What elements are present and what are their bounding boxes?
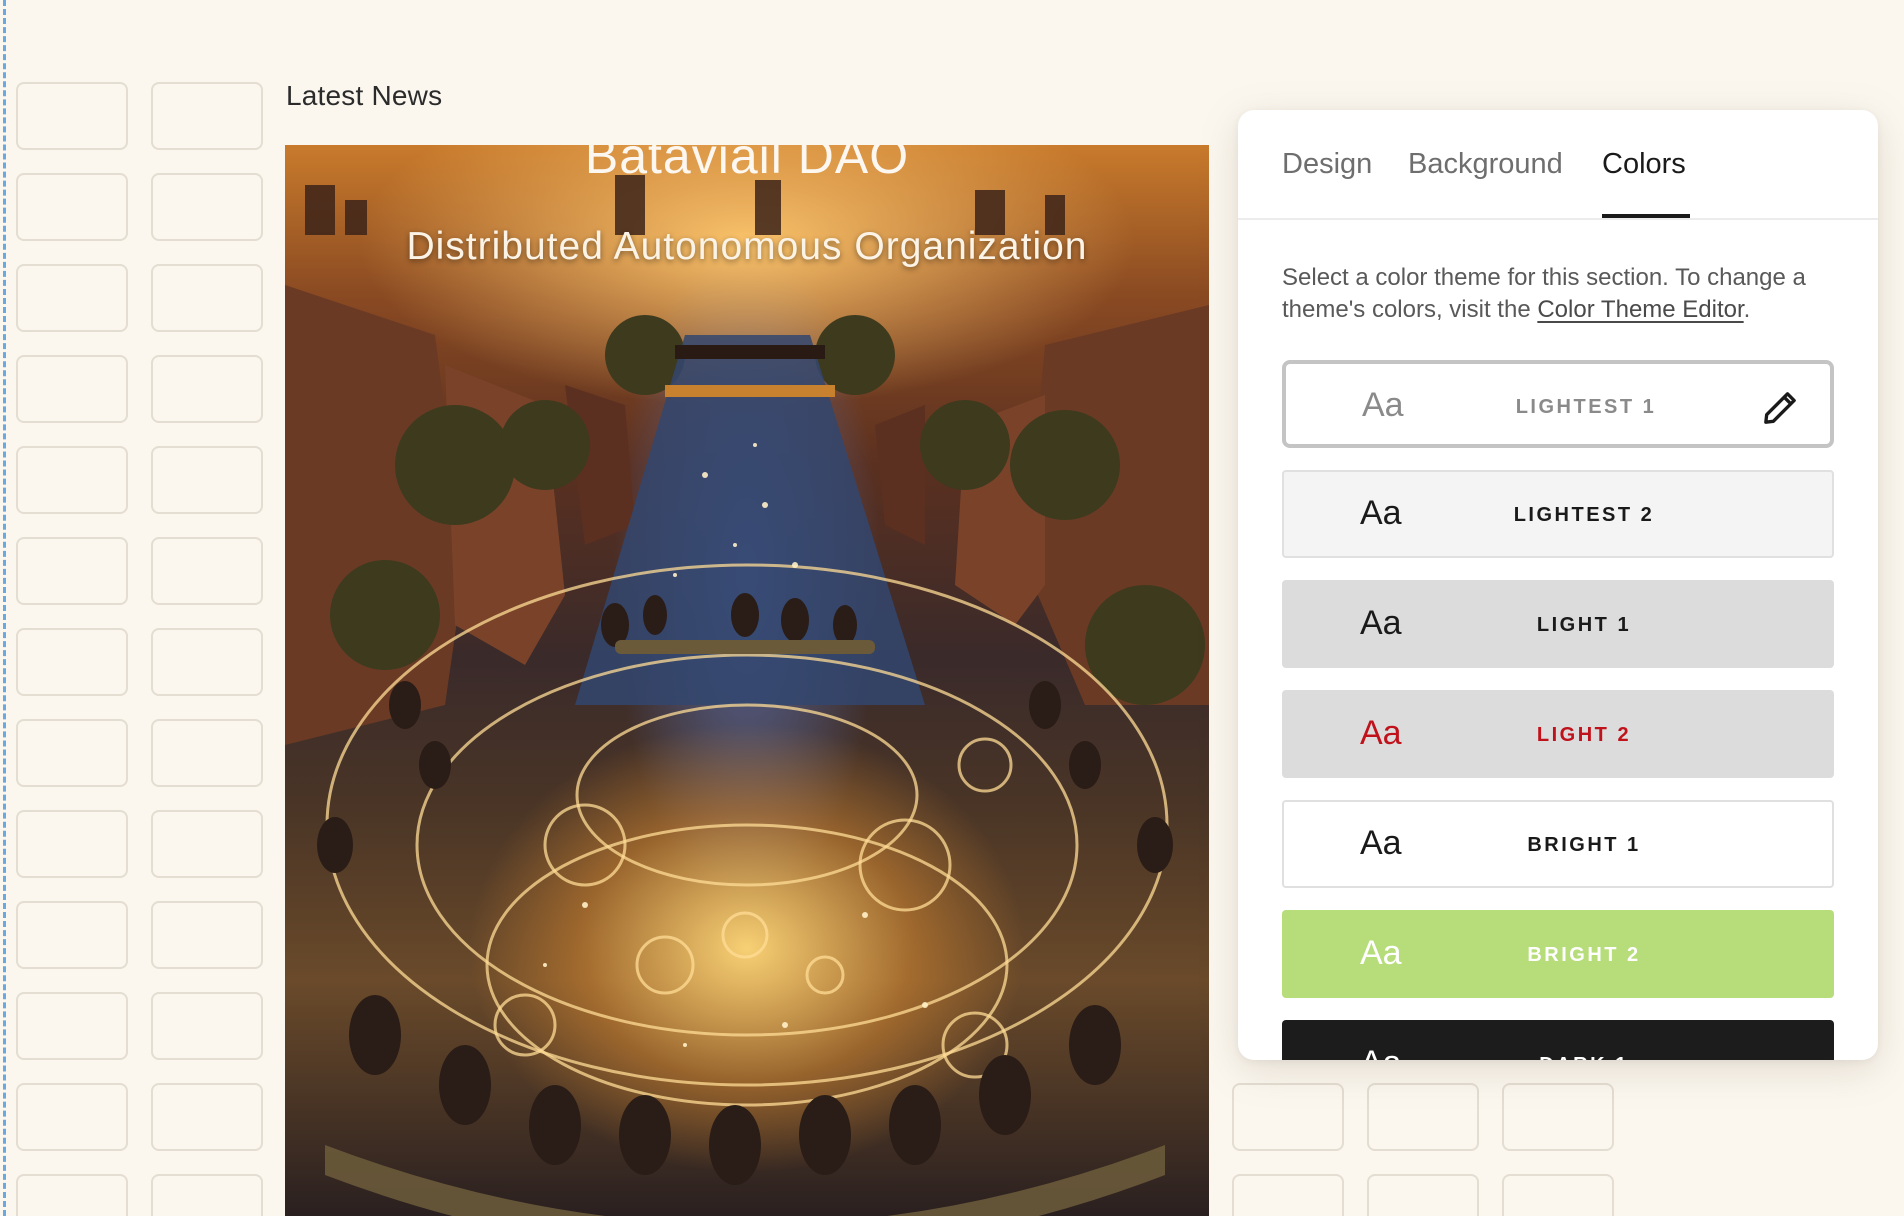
theme-sample-text: Aa	[1362, 386, 1404, 424]
grid-cell	[16, 173, 128, 241]
grid-cell	[16, 264, 128, 332]
theme-name: BRIGHT 2	[1527, 944, 1641, 966]
grid-cell	[16, 992, 128, 1060]
hero-title: Bataviail DAO	[584, 145, 910, 184]
grid-cell	[16, 82, 128, 150]
color-theme-option[interactable]: Aa DARK 1	[1282, 1020, 1834, 1060]
colors-description: Select a color theme for this section. T…	[1282, 262, 1842, 326]
hero-subtitle: Distributed Autonomous Organization	[406, 225, 1088, 268]
grid-cell	[16, 1174, 128, 1216]
color-theme-option[interactable]: Aa LIGHTEST 2	[1282, 470, 1834, 558]
tab-background[interactable]: Background	[1408, 148, 1563, 181]
grid-cell	[1502, 1083, 1614, 1151]
grid-cell	[151, 719, 263, 787]
theme-sample-text: Aa	[1360, 1044, 1402, 1060]
theme-name: LIGHT 1	[1536, 614, 1632, 636]
theme-sample-text: Aa	[1360, 604, 1402, 642]
hero-illustration	[285, 175, 1209, 1216]
grid-cell	[1367, 1083, 1479, 1151]
grid-cell	[16, 537, 128, 605]
grid-cell	[151, 901, 263, 969]
color-theme-editor-link[interactable]: Color Theme Editor	[1537, 296, 1743, 323]
tab-design[interactable]: Design	[1282, 148, 1372, 181]
grid-cell	[1367, 1174, 1479, 1216]
grid-cell	[151, 446, 263, 514]
grid-cell	[16, 719, 128, 787]
theme-name: LIGHT 2	[1536, 724, 1632, 746]
grid-cell	[1232, 1174, 1344, 1216]
color-theme-option[interactable]: Aa BRIGHT 1	[1282, 800, 1834, 888]
theme-name: DARK 1	[1464, 1054, 1704, 1060]
grid-cell	[151, 537, 263, 605]
panel-tabs: Design Background Colors	[1238, 110, 1878, 220]
description-suffix: .	[1743, 296, 1751, 323]
grid-cell	[151, 264, 263, 332]
color-theme-option[interactable]: Aa LIGHT 2	[1282, 690, 1834, 778]
grid-cell	[151, 355, 263, 423]
color-theme-option[interactable]: Aa LIGHT 1	[1282, 580, 1834, 668]
hero-image[interactable]: Bataviail DAO Distributed Autonomous Org…	[285, 145, 1209, 1216]
active-tab-indicator	[1602, 214, 1690, 218]
pencil-icon[interactable]	[1760, 388, 1800, 428]
color-theme-option[interactable]: Aa LIGHTEST 1	[1282, 360, 1834, 448]
grid-cell	[16, 1083, 128, 1151]
theme-name: LIGHTEST 1	[1515, 396, 1657, 418]
grid-cell	[151, 810, 263, 878]
grid-cell	[16, 901, 128, 969]
theme-name: BRIGHT 1	[1527, 834, 1641, 856]
grid-cell	[151, 628, 263, 696]
grid-cell	[1502, 1174, 1614, 1216]
theme-sample-text: Aa	[1360, 714, 1402, 752]
section-settings-panel: Design Background Colors Select a color …	[1238, 110, 1878, 1060]
grid-cell	[151, 82, 263, 150]
grid-cell	[16, 810, 128, 878]
grid-cell	[16, 355, 128, 423]
grid-cell	[16, 628, 128, 696]
color-theme-option[interactable]: Aa BRIGHT 2	[1282, 910, 1834, 998]
theme-sample-text: Aa	[1360, 824, 1402, 862]
theme-sample-text: Aa	[1360, 934, 1402, 972]
section-label: Latest News	[286, 80, 443, 111]
grid-cell	[151, 1174, 263, 1216]
tab-colors[interactable]: Colors	[1602, 148, 1686, 181]
grid-cell	[1232, 1083, 1344, 1151]
grid-cell	[16, 446, 128, 514]
grid-cell	[151, 1083, 263, 1151]
grid-cell	[151, 173, 263, 241]
theme-name: LIGHTEST 2	[1513, 504, 1655, 526]
theme-sample-text: Aa	[1360, 494, 1402, 532]
grid-cell	[151, 992, 263, 1060]
